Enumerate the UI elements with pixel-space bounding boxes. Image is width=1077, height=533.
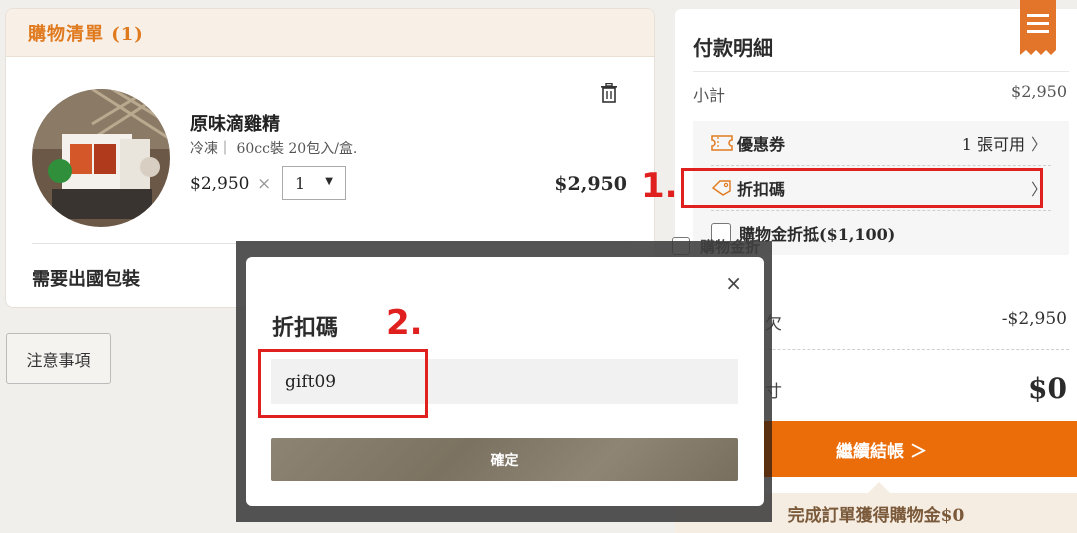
trash-icon[interactable]	[600, 82, 618, 103]
multiply-sign: ×	[257, 174, 272, 194]
banner-pointer	[868, 482, 890, 493]
confirm-button[interactable]: 確定	[271, 438, 738, 481]
abroad-packaging-label[interactable]: 需要出國包裝	[32, 265, 140, 291]
cart-header: 購物清單 (1)	[6, 9, 654, 57]
total-value: $0	[1028, 372, 1067, 405]
divider	[693, 71, 1069, 72]
subtotal-label: 小計	[693, 86, 726, 105]
product-name[interactable]: 原味滴雞精	[190, 110, 280, 136]
product-spec: 冷凍｜ 60cc裝 20包入/盒.	[190, 141, 358, 157]
subtotal-value: $2,950	[1011, 82, 1067, 101]
chevron-right-icon: 〉	[1030, 135, 1047, 154]
coupon-row[interactable]: 優惠券 1 張可用 〉	[693, 121, 1069, 165]
payment-title: 付款明細	[693, 36, 773, 60]
annotation-number-2: 2.	[386, 303, 423, 343]
coupon-count: 1 張可用	[961, 135, 1025, 154]
ticket-icon	[711, 135, 733, 151]
caret-down-icon: ▼	[325, 176, 333, 187]
receipt-icon[interactable]	[1018, 0, 1058, 55]
close-icon[interactable]: ×	[725, 271, 742, 295]
discount-value: -$2,950	[1001, 309, 1067, 329]
cart-title: 購物清單 (1)	[28, 23, 144, 45]
modal-title: 折扣碼	[272, 315, 339, 341]
quantity-select[interactable]: 1 ▼	[282, 166, 346, 200]
annotation-box-1	[681, 168, 1043, 208]
annotation-box-2	[258, 349, 428, 418]
line-total: $2,950	[554, 173, 627, 195]
notice-button[interactable]: 注意事項	[6, 333, 111, 384]
product-image[interactable]	[32, 89, 170, 227]
quantity-value: 1	[295, 173, 306, 193]
coupon-label: 優惠券	[737, 135, 786, 154]
unit-price: $2,950	[190, 174, 250, 194]
annotation-number-1: 1.	[641, 166, 678, 206]
